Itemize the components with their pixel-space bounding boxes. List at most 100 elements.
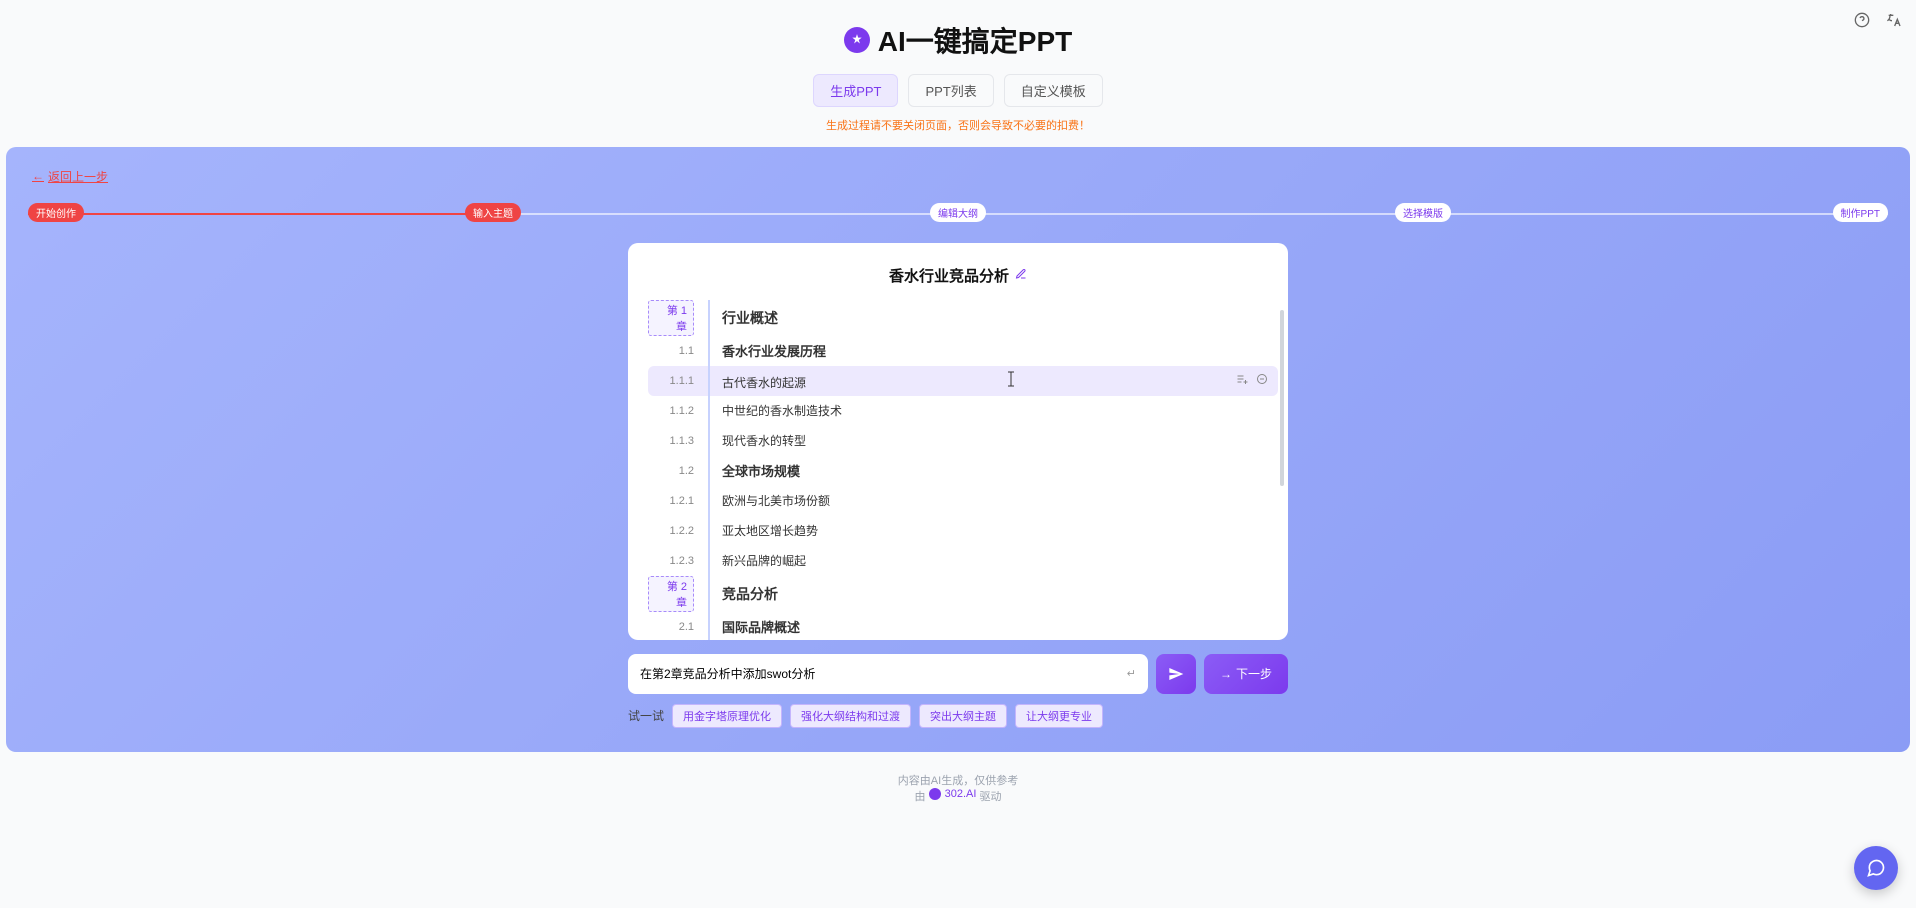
next-step-button[interactable]: → 下一步: [1204, 654, 1288, 694]
row-number: 2.1: [648, 621, 708, 633]
delete-row-icon[interactable]: [1256, 586, 1268, 601]
language-icon[interactable]: [1882, 8, 1906, 32]
add-row-icon[interactable]: [1236, 463, 1248, 478]
outline-row[interactable]: 第 1 章行业概述: [648, 300, 1278, 336]
suggestion-professional[interactable]: 让大纲更专业: [1015, 704, 1103, 728]
step-outline: 编辑大纲: [930, 203, 986, 222]
tab-custom-template[interactable]: 自定义模板: [1004, 74, 1103, 107]
brand-link[interactable]: 302.AI: [929, 788, 977, 800]
prompt-input[interactable]: [640, 654, 1127, 694]
row-divider: [708, 456, 710, 486]
tab-generate-ppt[interactable]: 生成PPT: [813, 74, 898, 107]
row-number: 1.2.2: [648, 525, 708, 537]
app-logo-icon: [844, 27, 870, 53]
scrollbar[interactable]: [1280, 310, 1284, 630]
step-start: 开始创作: [28, 203, 84, 222]
progress-bar: 开始创作 输入主题 编辑大纲 选择模版 制作PPT: [28, 201, 1888, 225]
suggestion-structure[interactable]: 强化大纲结构和过渡: [790, 704, 911, 728]
outline-row[interactable]: 第 2 章 竞品分析: [648, 576, 1278, 612]
row-text: 欧洲与北美市场份额: [722, 492, 1236, 509]
outline-list[interactable]: 第 1 章行业概述1.1香水行业发展历程1.1.1古代香水的起源1.1.2中世纪…: [628, 300, 1288, 640]
chapter-badge: 第 2 章: [648, 576, 694, 612]
step-template: 选择模版: [1395, 203, 1451, 222]
add-row-icon[interactable]: [1236, 553, 1248, 568]
delete-row-icon[interactable]: [1256, 553, 1268, 568]
add-row-icon[interactable]: [1236, 433, 1248, 448]
row-number: 1.2: [648, 465, 708, 477]
row-text: 全球市场规模: [722, 461, 1236, 480]
row-number: 1.1.2: [648, 405, 708, 417]
text-cursor-icon: [1006, 376, 1016, 390]
row-divider: [708, 300, 710, 336]
row-divider: [708, 546, 710, 576]
delete-row-icon[interactable]: [1256, 433, 1268, 448]
row-number: 1.2.3: [648, 555, 708, 567]
row-text: 国际品牌概述: [722, 617, 1236, 636]
outline-row[interactable]: 1.2.3新兴品牌的崛起: [648, 546, 1278, 576]
tab-ppt-list[interactable]: PPT列表: [908, 74, 993, 107]
row-number: 第 1 章: [648, 300, 708, 336]
add-row-icon[interactable]: [1236, 343, 1248, 358]
outline-row[interactable]: 1.1.3现代香水的转型: [648, 426, 1278, 456]
row-divider: [708, 612, 710, 640]
row-actions: [1236, 373, 1278, 388]
outline-row[interactable]: 1.2.1 欧洲与北美市场份额: [648, 486, 1278, 516]
delete-row-icon[interactable]: [1256, 619, 1268, 634]
step-make: 制作PPT: [1833, 203, 1888, 222]
suggestion-pyramid[interactable]: 用金字塔原理优化: [672, 704, 782, 728]
row-divider: [708, 576, 710, 612]
app-title: AI一键搞定PPT: [844, 20, 1072, 60]
outline-row[interactable]: 1.1.1 古代香水的起源: [648, 366, 1278, 396]
progress-fill: [28, 213, 493, 215]
chat-fab-button[interactable]: [1854, 846, 1898, 890]
outline-row[interactable]: 1.2 全球市场规模: [648, 456, 1278, 486]
add-row-icon[interactable]: [1236, 586, 1248, 601]
edit-title-icon[interactable]: [1015, 268, 1027, 283]
delete-row-icon[interactable]: [1256, 310, 1268, 325]
delete-row-icon[interactable]: [1256, 523, 1268, 538]
add-row-icon[interactable]: [1236, 619, 1248, 634]
prompt-input-container: ↵: [628, 654, 1148, 694]
row-divider: [708, 396, 710, 426]
add-row-icon[interactable]: [1236, 373, 1248, 388]
row-text: 现代香水的转型: [722, 432, 1236, 449]
add-row-icon[interactable]: [1236, 523, 1248, 538]
outline-row[interactable]: 1.2.2 亚太地区增长趋势: [648, 516, 1278, 546]
delete-row-icon[interactable]: [1256, 493, 1268, 508]
delete-row-icon[interactable]: [1256, 403, 1268, 418]
row-number: 1.2.1: [648, 495, 708, 507]
outline-row[interactable]: 2.1 国际品牌概述: [648, 612, 1278, 640]
enter-hint-icon: ↵: [1127, 667, 1136, 680]
row-number: 第 2 章: [648, 576, 708, 612]
footer: 内容由AI生成，仅供参考 由 302.AI 驱动: [0, 772, 1916, 824]
add-row-icon[interactable]: [1236, 403, 1248, 418]
row-divider: [708, 516, 710, 546]
arrow-left-icon: ←: [32, 169, 44, 183]
row-divider: [708, 366, 710, 396]
outline-row[interactable]: 1.1.2 中世纪的香水制造技术: [648, 396, 1278, 426]
row-text: 中世纪的香水制造技术: [722, 402, 1236, 419]
row-number: 1.1.1: [648, 375, 708, 387]
add-row-icon[interactable]: [1236, 310, 1248, 325]
row-divider: [708, 486, 710, 516]
delete-row-icon[interactable]: [1256, 463, 1268, 478]
row-text: 行业概述: [722, 308, 1236, 328]
add-row-icon[interactable]: [1236, 493, 1248, 508]
row-text: 亚太地区增长趋势: [722, 522, 1236, 539]
row-text: 古代香水的起源: [722, 371, 1236, 391]
send-button[interactable]: [1156, 654, 1196, 694]
outline-row[interactable]: 1.1香水行业发展历程: [648, 336, 1278, 366]
try-label: 试一试: [628, 707, 664, 724]
outline-title: 香水行业竞品分析: [628, 265, 1288, 286]
suggestion-highlight[interactable]: 突出大纲主题: [919, 704, 1007, 728]
delete-row-icon[interactable]: [1256, 373, 1268, 388]
row-number: 1.1: [648, 345, 708, 357]
delete-row-icon[interactable]: [1256, 343, 1268, 358]
brand-dot-icon: [929, 788, 941, 800]
step-topic: 输入主题: [465, 203, 521, 222]
warning-text: 生成过程请不要关闭页面，否则会导致不必要的扣费！: [0, 117, 1916, 133]
row-text: 竞品分析: [722, 584, 1236, 604]
row-divider: [708, 426, 710, 456]
help-icon[interactable]: [1850, 8, 1874, 32]
back-link[interactable]: ← 返回上一步: [32, 168, 108, 185]
